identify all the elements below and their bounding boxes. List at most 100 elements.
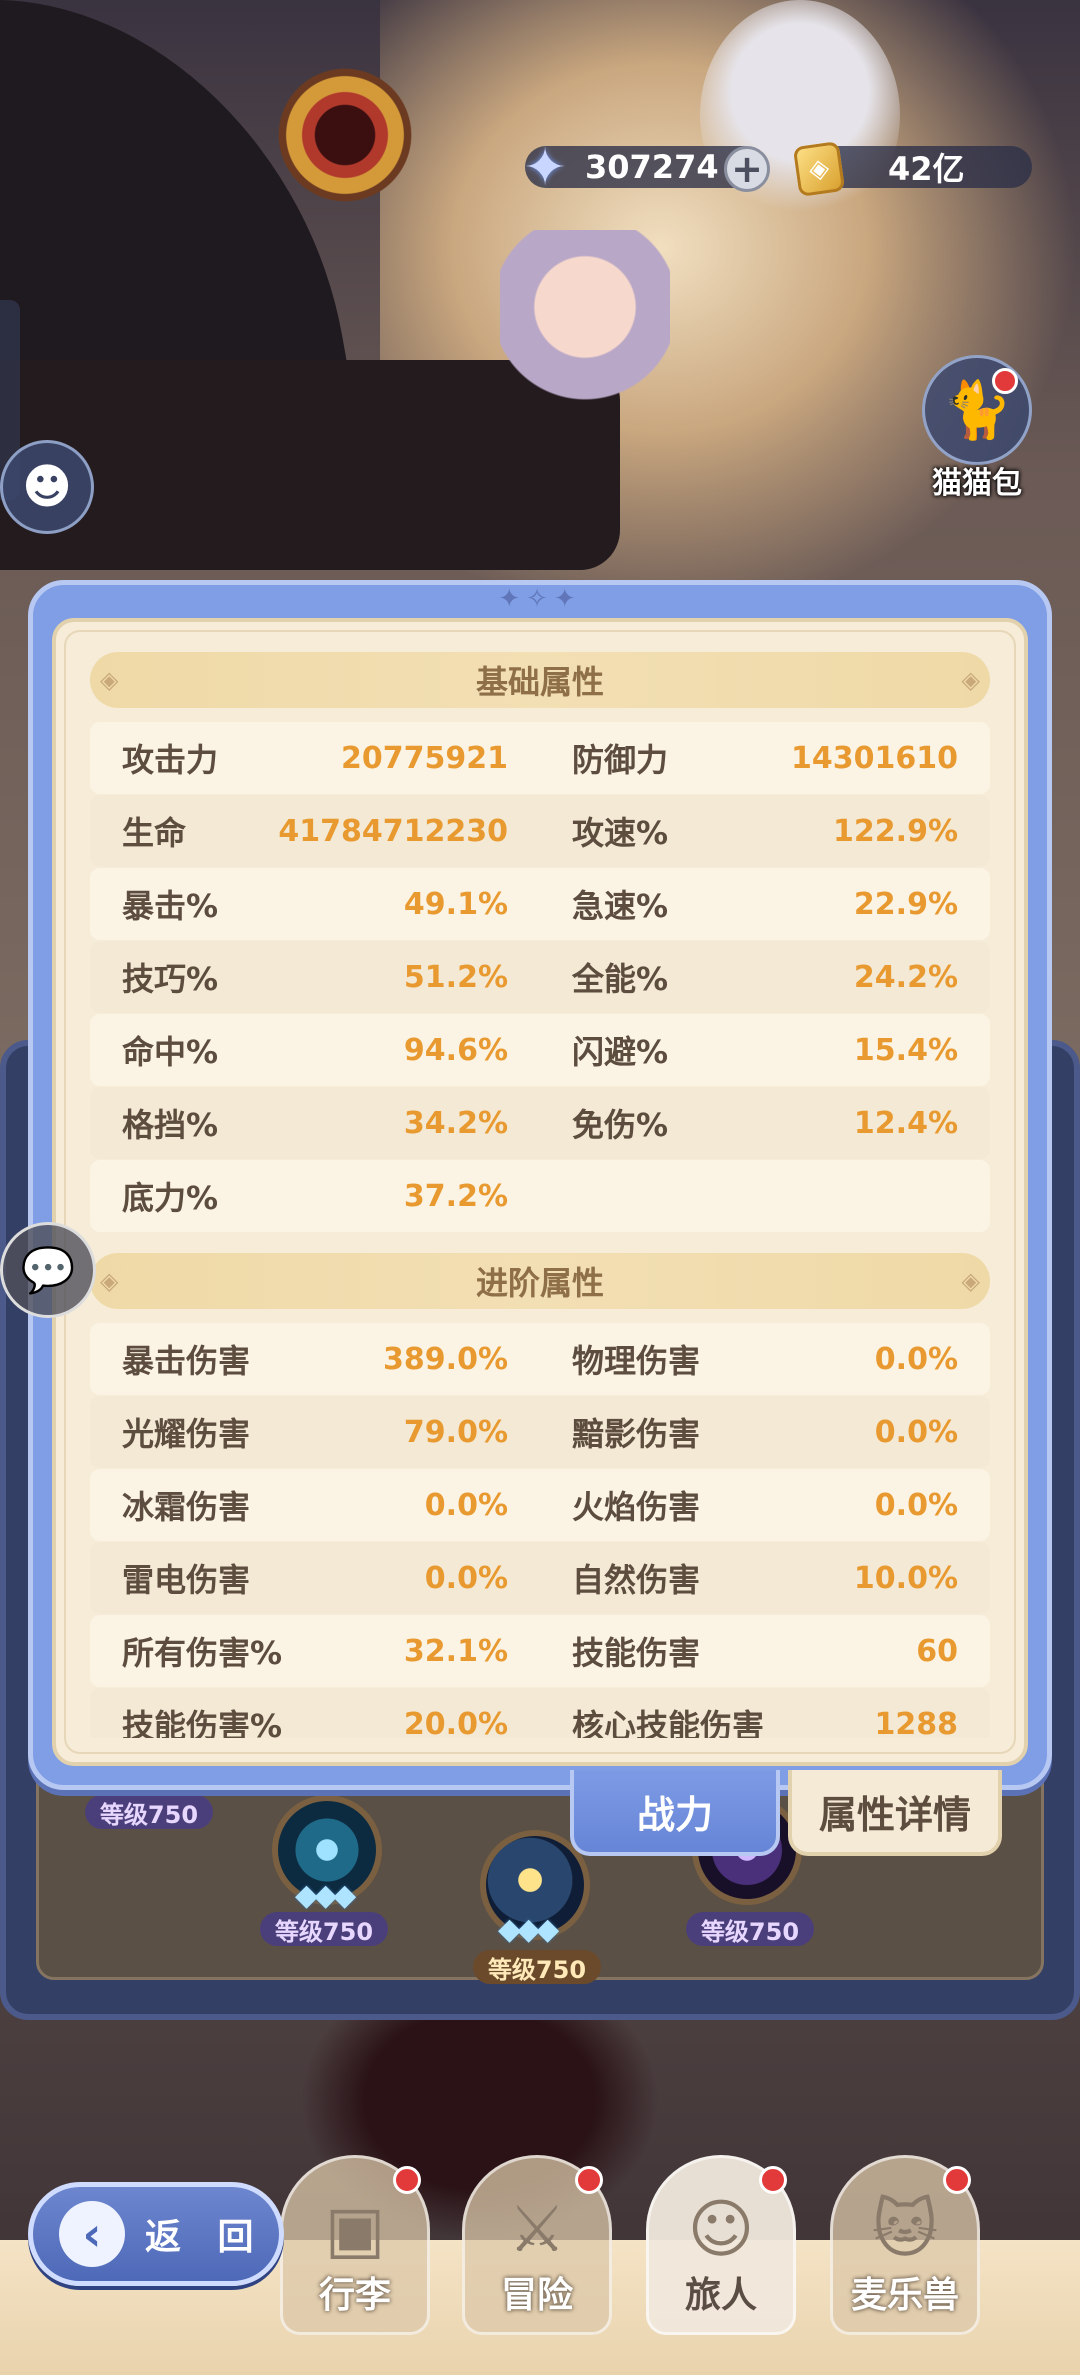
stat-value: 49.1% — [403, 886, 508, 922]
orb-1-stars: ◆◆◆ — [295, 1878, 356, 1913]
stat-cell: 闪避% 15.4% — [540, 1027, 990, 1073]
stat-name: 自然伤害 — [572, 1561, 701, 1599]
advanced-stats-list: 暴击伤害 389.0% 物理伤害 0.0% 光耀伤害 79.0% 黯影伤害 0.0% 冰霜伤害 0… — [90, 1323, 990, 1738]
stat-value: 12.4% — [853, 1105, 958, 1141]
stat-cell: 攻击力 20775921 — [90, 735, 540, 781]
stat-value: 20775921 — [341, 740, 508, 776]
stat-name: 格挡% — [122, 1106, 219, 1144]
nav-tab-luggage[interactable]: ▣ 行李 — [280, 2155, 430, 2335]
stat-value: 51.2% — [403, 959, 508, 995]
stat-name: 所有伤害% — [122, 1634, 283, 1672]
stat-name: 暴击% — [122, 887, 219, 925]
traveler-avatar-icon: ☺ — [687, 2193, 755, 2267]
level-tag: 等级750 — [473, 1950, 601, 1984]
back-button[interactable]: ‹ 返 回 — [28, 2182, 284, 2286]
stat-name: 免伤% — [572, 1106, 669, 1144]
stat-row: 所有伤害% 32.1% 技能伤害 60 — [90, 1615, 990, 1687]
stat-cell: 急速% 22.9% — [540, 881, 990, 927]
stat-name: 技能伤害 — [572, 1634, 701, 1672]
stat-cell: 免伤% 12.4% — [540, 1100, 990, 1146]
stat-name: 黯影伤害 — [572, 1415, 701, 1453]
stat-name: 命中% — [122, 1033, 219, 1071]
stat-name: 生命 — [122, 814, 187, 852]
dialog-top-ornament: ✦✧✦ — [498, 584, 582, 614]
tab-attribute-details[interactable]: 属性详情 — [788, 1770, 1002, 1856]
stat-cell: 冰霜伤害 0.0% — [90, 1482, 540, 1528]
stat-row: 雷电伤害 0.0% 自然伤害 10.0% — [90, 1542, 990, 1614]
stat-cell: 黯影伤害 0.0% — [540, 1409, 990, 1455]
cat-bag-notification-dot — [992, 368, 1018, 394]
level-tag: 等级750 — [260, 1912, 388, 1946]
stat-name: 攻速% — [572, 814, 669, 852]
stat-name: 暴击伤害 — [122, 1342, 251, 1380]
notification-dot — [575, 2166, 603, 2194]
stat-value: 0.0% — [424, 1487, 508, 1523]
section-header-advanced: ◈ 进阶属性 ◈ — [90, 1253, 990, 1309]
stat-value: 34.2% — [403, 1105, 508, 1141]
cat-icon: 🐱 — [871, 2193, 939, 2267]
background-dark-ear — [0, 0, 358, 420]
notification-dot — [943, 2166, 971, 2194]
stat-name: 火焰伤害 — [572, 1488, 701, 1526]
stat-name: 底力% — [122, 1179, 219, 1217]
stat-value: 0.0% — [424, 1560, 508, 1596]
robot-menu-button[interactable]: ☻ — [0, 440, 94, 534]
level-tag: 等级750 — [686, 1912, 814, 1946]
character-portrait — [500, 230, 670, 450]
nav-tab-adventure[interactable]: ⚔ 冒险 — [462, 2155, 612, 2335]
orb-2-stars: ◆◆◆ — [498, 1912, 559, 1947]
nav-label: 冒险 — [500, 2275, 573, 2316]
notification-dot — [393, 2166, 421, 2194]
stat-row: 光耀伤害 79.0% 黯影伤害 0.0% — [90, 1396, 990, 1468]
lantern-decoration — [270, 60, 420, 210]
cat-bag-button[interactable]: 🐈 — [922, 355, 1032, 465]
stat-cell: 底力% 37.2% — [90, 1173, 540, 1219]
nav-tab-traveler[interactable]: ☺ 旅人 — [646, 2155, 796, 2335]
basic-stats-list: 攻击力 20775921 防御力 14301610 生命 41784712230 攻速% 12… — [90, 722, 990, 1232]
back-arrow-icon: ‹ — [59, 2201, 125, 2267]
stats-scroll-area[interactable]: ◈ 基础属性 ◈ 攻击力 20775921 防御力 14301610 生命 4178471… — [90, 652, 990, 1738]
stat-row: 底力% 37.2% — [90, 1160, 990, 1232]
stat-cell: 全能% 24.2% — [540, 954, 990, 1000]
cat-bag-label: 猫猫包 — [932, 466, 1022, 501]
background-snowman — [700, 0, 900, 230]
stat-value: 37.2% — [403, 1178, 508, 1214]
stat-value: 15.4% — [853, 1032, 958, 1068]
back-label: 返 回 — [145, 2217, 266, 2258]
crossed-swords-icon: ⚔ — [508, 2193, 566, 2267]
stat-value: 0.0% — [874, 1414, 958, 1450]
stat-cell: 技巧% 51.2% — [90, 954, 540, 1000]
stat-cell: 暴击伤害 389.0% — [90, 1336, 540, 1382]
stat-cell: 光耀伤害 79.0% — [90, 1409, 540, 1455]
add-gems-button[interactable]: + — [724, 146, 770, 192]
stat-name: 防御力 — [572, 741, 669, 779]
stat-row: 暴击% 49.1% 急速% 22.9% — [90, 868, 990, 940]
stat-value: 41784712230 — [278, 813, 508, 849]
gold-amount: 42亿 — [888, 150, 965, 188]
gold-coin-icon: ◈ — [792, 141, 846, 197]
stat-value: 79.0% — [403, 1414, 508, 1450]
diamond-ornament-icon: ◈ — [100, 1267, 119, 1295]
diamond-ornament-icon: ◈ — [961, 1267, 980, 1295]
stat-name: 闪避% — [572, 1033, 669, 1071]
section-title: 进阶属性 — [475, 1264, 604, 1302]
stat-value: 32.1% — [403, 1633, 508, 1669]
stat-value: 1288 — [874, 1706, 959, 1739]
stat-name: 攻击力 — [122, 741, 219, 779]
stat-name: 雷电伤害 — [122, 1561, 251, 1599]
nav-tab-pets[interactable]: 🐱 麦乐兽 — [830, 2155, 980, 2335]
stat-name: 冰霜伤害 — [122, 1488, 251, 1526]
stat-cell: 命中% 94.6% — [90, 1027, 540, 1073]
stat-cell: 格挡% 34.2% — [90, 1100, 540, 1146]
robot-icon: ☻ — [21, 459, 73, 515]
stat-name: 技能伤害% — [122, 1707, 283, 1738]
stat-name: 光耀伤害 — [122, 1415, 251, 1453]
stat-row: 攻击力 20775921 防御力 14301610 — [90, 722, 990, 794]
star-gem-icon: ✦ — [523, 138, 567, 198]
tab-power[interactable]: 战力 — [570, 1770, 780, 1856]
chat-button[interactable]: 💬 — [0, 1222, 96, 1318]
stat-value: 10.0% — [853, 1560, 958, 1596]
stat-value: 389.0% — [383, 1341, 508, 1377]
section-title: 基础属性 — [475, 663, 604, 701]
level-tag: 等级750 — [85, 1795, 213, 1829]
